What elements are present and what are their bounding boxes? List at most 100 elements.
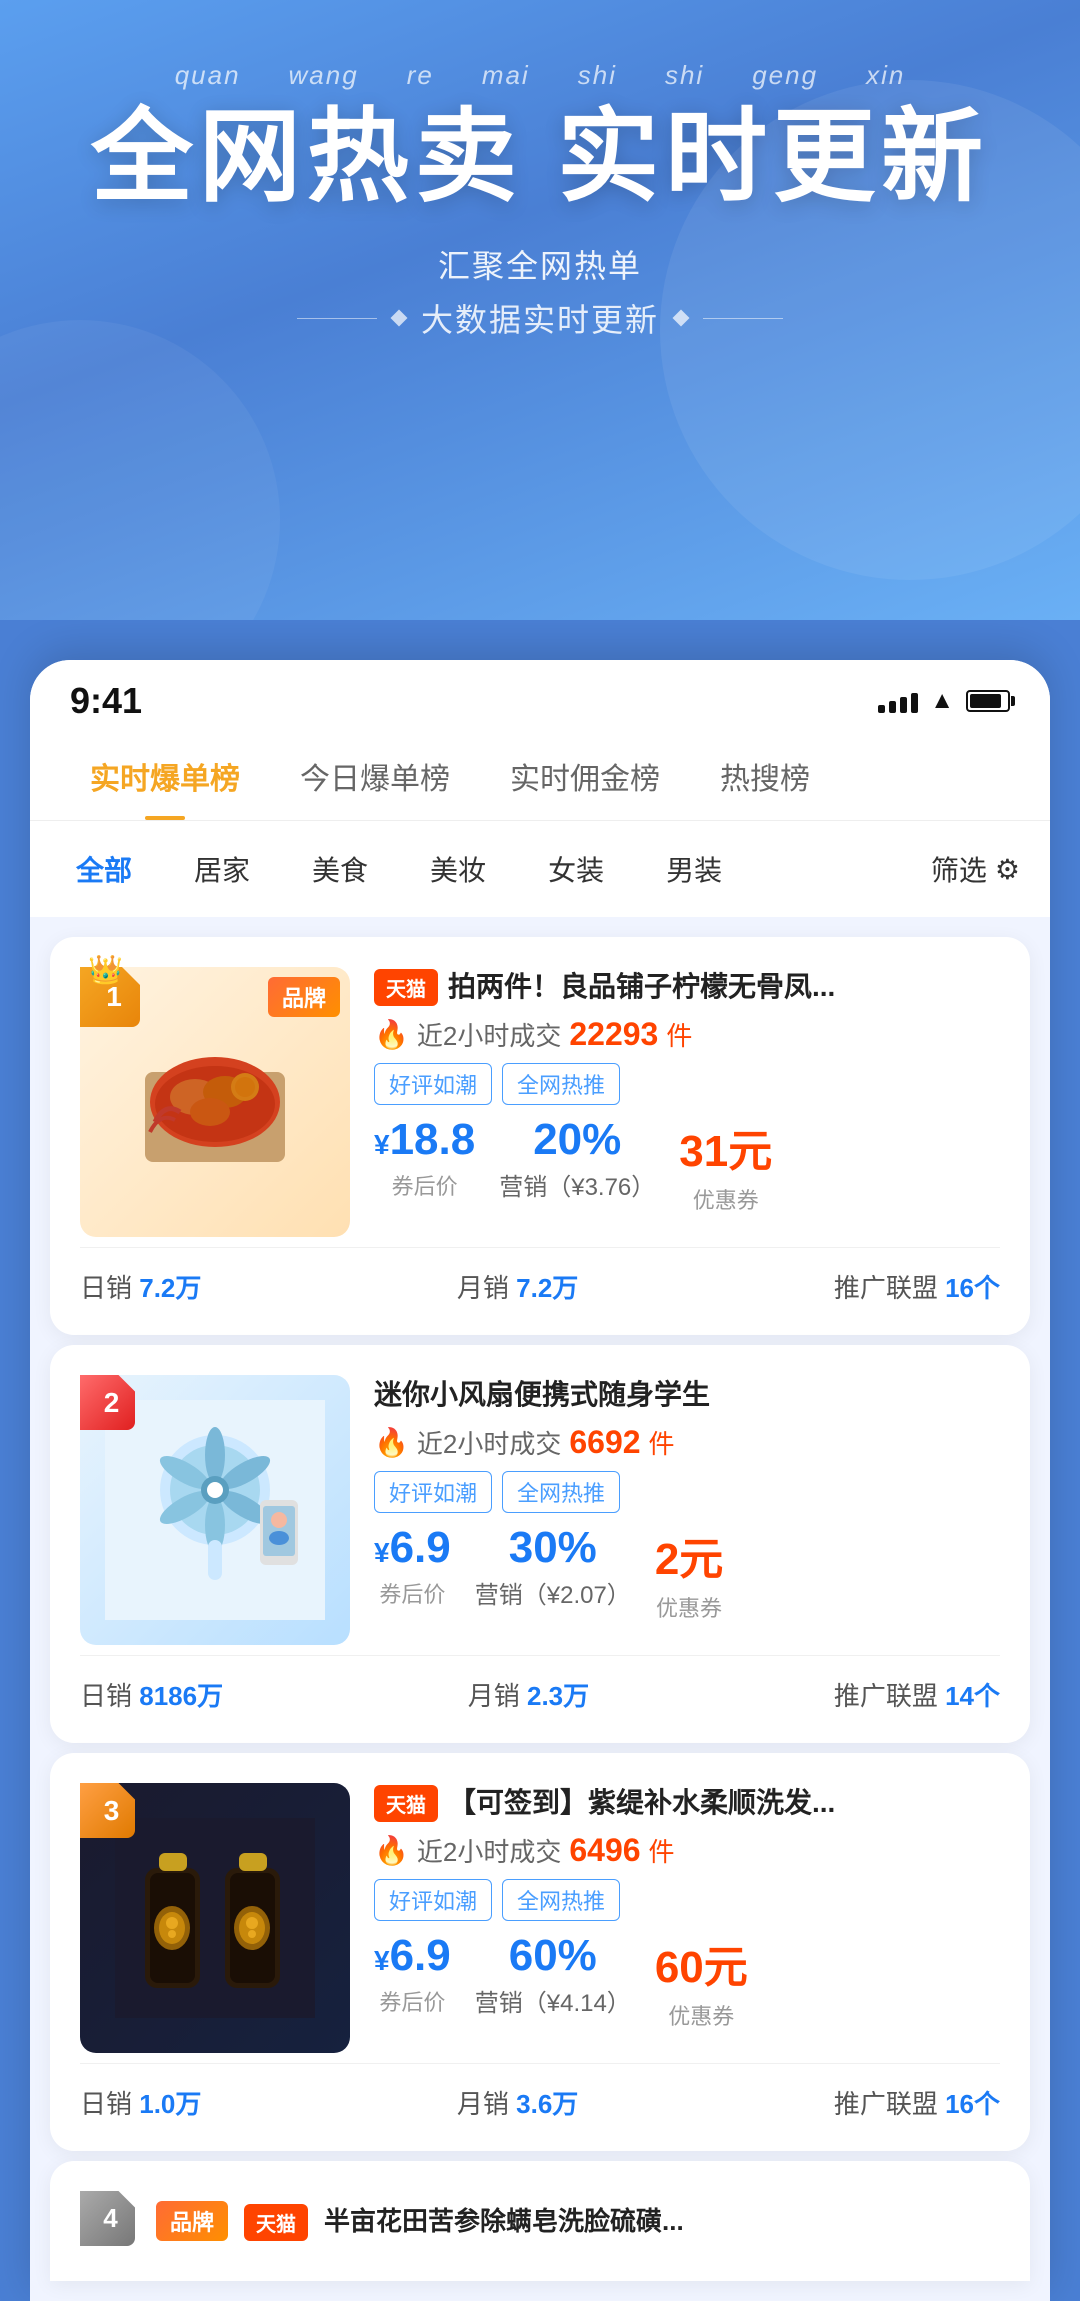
deco-line-left xyxy=(297,318,377,319)
sales-number-1: 22293 xyxy=(569,1016,658,1053)
filter-button[interactable]: 筛选 ⚙ xyxy=(931,849,1020,889)
price-row-3: ¥6.9 券后价 60% 营销（¥4.14） 60元 优惠券 xyxy=(374,1931,1000,2031)
monthly-sales-3: 月销 3.6万 xyxy=(457,2084,578,2121)
pinyin-row: quan wang re mai shi shi geng xin xyxy=(40,60,1040,91)
battery-icon xyxy=(966,690,1010,712)
rank-wrap-4: 4 xyxy=(80,2191,140,2251)
affiliates-1: 推广联盟 16个 xyxy=(834,1268,1000,1305)
brand-tag-4: 品牌 xyxy=(156,2201,228,2241)
tmall-badge-4: 天猫 xyxy=(244,2204,308,2241)
price-block-1: ¥18.8 券后价 xyxy=(374,1115,475,1201)
pinyin-text: quan xyxy=(175,60,241,91)
product-title-3: 【可签到】紫缇补水柔顺洗发... xyxy=(448,1783,835,1822)
rank-number-2: 2 xyxy=(96,1387,120,1419)
rank-badge-1: 1 👑 xyxy=(80,967,140,1027)
tag-good-review-3: 好评如潮 xyxy=(374,1879,492,1921)
price-block-3: ¥6.9 券后价 xyxy=(374,1931,451,2017)
brand-tag-1: 品牌 xyxy=(268,977,340,1017)
rank-badge-2: 2 xyxy=(80,1375,135,1430)
price-row-1: ¥18.8 券后价 20% 营销（¥3.76） 31元 优惠券 xyxy=(374,1115,1000,1215)
product-info-2: 迷你小风扇便携式随身学生 🔥 近2小时成交 6692 件 好评如潮 全网热推 xyxy=(374,1375,1000,1645)
platform-title-3: 天猫 【可签到】紫缇补水柔顺洗发... xyxy=(374,1783,1000,1822)
diamond-left xyxy=(390,310,407,327)
status-bar: 9:41 ▲ xyxy=(30,660,1050,732)
daily-sales-3: 日销 1.0万 xyxy=(80,2084,201,2121)
affiliates-2: 推广联盟 14个 xyxy=(834,1676,1000,1713)
crown-icon: 👑 xyxy=(88,953,123,986)
fire-icon-2: 🔥 xyxy=(374,1426,409,1459)
tabs-row: 实时爆单榜 今日爆单榜 实时佣金榜 热搜榜 xyxy=(30,732,1050,821)
filter-beauty[interactable]: 美妆 xyxy=(414,841,502,897)
affiliates-3: 推广联盟 16个 xyxy=(834,2084,1000,2121)
signal-icon xyxy=(878,689,918,713)
tab-hot-search[interactable]: 热搜榜 xyxy=(690,732,840,820)
pinyin-text: wang xyxy=(289,60,359,91)
tab-today-hot[interactable]: 今日爆单榜 xyxy=(270,732,480,820)
hero-section: quan wang re mai shi shi geng xin 全网热卖 实… xyxy=(0,0,1080,620)
sales-number-3: 6496 xyxy=(569,1832,640,1869)
platform-title-1: 天猫 拍两件！良品铺子柠檬无骨凤... xyxy=(374,967,1000,1006)
product-info-3: 天猫 【可签到】紫缇补水柔顺洗发... 🔥 近2小时成交 6496 件 好评如潮… xyxy=(374,1783,1000,2053)
product-card-3[interactable]: 3 xyxy=(50,1753,1030,2151)
rank-shape-4: 4 xyxy=(80,2191,135,2246)
status-time: 9:41 xyxy=(70,680,142,722)
filter-men[interactable]: 男装 xyxy=(650,841,738,897)
near2h-label: 近2小时成交 xyxy=(417,1016,561,1053)
rank-number-4: 4 xyxy=(97,2203,117,2234)
product-info-1: 天猫 拍两件！良品铺子柠檬无骨凤... 🔥 近2小时成交 22293 件 好评如… xyxy=(374,967,1000,1237)
sales-count-3: 🔥 近2小时成交 6496 件 xyxy=(374,1832,1000,1869)
filter-home[interactable]: 居家 xyxy=(178,841,266,897)
price-row-2: ¥6.9 券后价 30% 营销（¥2.07） 2元 优惠券 xyxy=(374,1523,1000,1623)
price-label-1: 券后价 xyxy=(374,1169,475,1201)
tag-hot-rec-2: 全网热推 xyxy=(502,1471,620,1513)
price-block-2: ¥6.9 券后价 xyxy=(374,1523,451,1609)
filter-all[interactable]: 全部 xyxy=(60,841,148,897)
phone-mockup: 9:41 ▲ 实时爆单榜 今日爆单榜 实时佣金榜 热搜榜 xyxy=(30,660,1050,2301)
tmall-badge-3: 天猫 xyxy=(374,1785,438,1822)
platform-title-2: 迷你小风扇便携式随身学生 xyxy=(374,1375,1000,1414)
tmall-badge-1: 天猫 xyxy=(374,969,438,1006)
sales-number-2: 6692 xyxy=(569,1424,640,1461)
product-image-wrap-3: 3 xyxy=(80,1783,350,2053)
filter-food[interactable]: 美食 xyxy=(296,841,384,897)
tags-row-3: 好评如潮 全网热推 xyxy=(374,1879,1000,1921)
pinyin-text: mai xyxy=(482,60,530,91)
price-value-3: ¥6.9 xyxy=(374,1931,451,1981)
daily-sales-1: 日销 7.2万 xyxy=(80,1268,201,1305)
fire-icon-3: 🔥 xyxy=(374,1834,409,1867)
price-value-2: ¥6.9 xyxy=(374,1523,451,1573)
rank-shape-red: 2 xyxy=(80,1375,135,1430)
tags-row-2: 好评如潮 全网热推 xyxy=(374,1471,1000,1513)
commission-block-2: 30% 营销（¥2.07） xyxy=(475,1523,631,1610)
coupon-label-1: 优惠券 xyxy=(679,1183,772,1215)
wifi-icon: ▲ xyxy=(930,687,954,715)
tab-realtime-hot[interactable]: 实时爆单榜 xyxy=(60,732,270,820)
product-title-1: 拍两件！良品铺子柠檬无骨凤... xyxy=(448,967,835,1006)
card-header-2: 2 xyxy=(80,1375,1000,1645)
product-card-2[interactable]: 2 xyxy=(50,1345,1030,1743)
card-header-3: 3 xyxy=(80,1783,1000,2053)
sales-count-1: 🔥 近2小时成交 22293 件 xyxy=(374,1016,1000,1053)
tags-row-1: 好评如潮 全网热推 xyxy=(374,1063,1000,1105)
filter-row: 全部 居家 美食 美妆 女装 男装 筛选 ⚙ xyxy=(30,821,1050,917)
filter-women[interactable]: 女装 xyxy=(532,841,620,897)
coupon-amount-1: 31元 xyxy=(679,1115,772,1179)
pinyin-text: re xyxy=(407,60,434,91)
commission-block-3: 60% 营销（¥4.14） xyxy=(475,1931,631,2018)
tag-good-review-2: 好评如潮 xyxy=(374,1471,492,1513)
daily-sales-2: 日销 8186万 xyxy=(80,1676,223,1713)
tag-hot-rec-3: 全网热推 xyxy=(502,1879,620,1921)
stats-row-1: 日销 7.2万 月销 7.2万 推广联盟 16个 xyxy=(80,1247,1000,1305)
status-icons: ▲ xyxy=(878,687,1010,715)
product-card-1[interactable]: 1 👑 品牌 xyxy=(50,937,1030,1335)
coupon-block-2: 2元 优惠券 xyxy=(655,1523,723,1623)
product-card-4-partial[interactable]: 4 品牌 天猫 半亩花田苦参除螨皂洗脸硫磺... xyxy=(50,2161,1030,2281)
tab-realtime-commission[interactable]: 实时佣金榜 xyxy=(480,732,690,820)
product-title-4: 半亩花田苦参除螨皂洗脸硫磺... xyxy=(324,2203,684,2239)
tag-good-review: 好评如潮 xyxy=(374,1063,492,1105)
rank-badge-3: 3 xyxy=(80,1783,135,1838)
hero-subtitle2: 大数据实时更新 xyxy=(40,295,1040,341)
signal-bar-3 xyxy=(900,697,907,713)
monthly-sales-1: 月销 7.2万 xyxy=(457,1268,578,1305)
stats-row-2: 日销 8186万 月销 2.3万 推广联盟 14个 xyxy=(80,1655,1000,1713)
